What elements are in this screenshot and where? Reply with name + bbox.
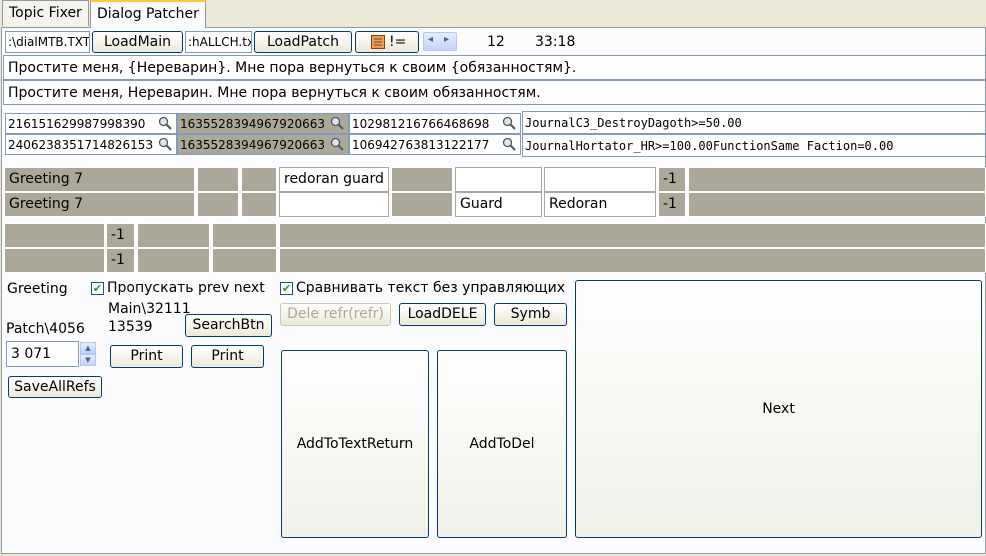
add-to-text-return-button[interactable]: AddToTextReturn	[281, 350, 429, 538]
compare-text-label[interactable]: Сравнивать текст без управляющих	[296, 280, 565, 296]
not-equal-button[interactable]: !=	[355, 31, 419, 53]
info-cell	[197, 167, 239, 192]
info-text-1[interactable]: redoran guard fe	[279, 167, 389, 192]
search-icon[interactable]	[158, 116, 172, 130]
info-cell	[688, 167, 986, 192]
id-field-a2[interactable]: 240623835171482615З	[5, 134, 177, 155]
original-text-field[interactable]: Простите меня, {Нереварин}. Мне пора вер…	[3, 55, 986, 80]
info-num-3: -1	[106, 223, 135, 248]
id-text: 1635528394967920663	[180, 117, 326, 131]
condition-field-2[interactable]: JournalHortator_HR>=100.00FunctionSame F…	[522, 134, 986, 157]
compare-text-checkbox[interactable]: ✔	[280, 282, 293, 295]
tab-topic-fixer[interactable]: Topic Fixer	[2, 0, 89, 26]
info-class-1[interactable]	[455, 167, 542, 192]
number-spinner[interactable]: ▲ ▼	[80, 342, 96, 366]
info-cell	[212, 248, 277, 273]
id-field-a1[interactable]: 216151629987998390	[5, 113, 177, 134]
chevron-left-icon[interactable]: ◂	[428, 34, 433, 45]
search-icon[interactable]	[502, 137, 516, 151]
tab-dialog-patcher[interactable]: Dialog Patcher	[90, 0, 206, 28]
search-icon[interactable]	[158, 137, 172, 151]
skip-prev-next-checkbox[interactable]: ✔	[91, 282, 104, 295]
chevron-down-icon[interactable]: ▼	[80, 354, 96, 366]
main-ref-count: 13539	[108, 319, 153, 335]
tab-label: Topic Fixer	[9, 5, 82, 21]
info-name-2: Greeting 7	[4, 192, 195, 217]
patch-file-field[interactable]: :hALLCH.txt	[185, 31, 252, 53]
search-button[interactable]: SearchBtn	[185, 314, 272, 337]
skip-prev-next-label[interactable]: Пропускать prev next	[107, 280, 265, 296]
info-num-1: -1	[658, 167, 686, 192]
time-label: 33:18	[535, 34, 576, 50]
print-button-1[interactable]: Print	[110, 345, 183, 368]
id-field-c1[interactable]: 102981216766468698	[349, 113, 521, 134]
print-button-2[interactable]: Print	[191, 345, 264, 368]
info-cell	[391, 167, 453, 192]
id-text: 106942763813122177	[352, 138, 490, 152]
id-field-c2[interactable]: 106942763813122177	[349, 134, 521, 155]
search-icon[interactable]	[330, 137, 344, 151]
info-cell	[137, 223, 210, 248]
info-num-2: -1	[658, 192, 686, 217]
info-cell	[279, 248, 986, 273]
tab-label: Dialog Patcher	[97, 6, 199, 22]
info-cell	[241, 167, 277, 192]
prev-next-spinner[interactable]: ◂ ▸	[423, 32, 457, 51]
info-faction-1[interactable]	[544, 167, 656, 192]
add-to-del-button[interactable]: AddToDel	[437, 350, 567, 538]
next-button[interactable]: Next	[575, 280, 982, 538]
greeting-label: Greeting	[7, 281, 68, 297]
load-patch-button[interactable]: LoadPatch	[254, 31, 352, 53]
condition-field-1[interactable]: JournalC3_DestroyDagoth>=50.00	[522, 111, 986, 134]
info-cell	[137, 248, 210, 273]
count-label: 12	[487, 34, 505, 50]
load-main-button[interactable]: LoadMain	[92, 31, 183, 53]
patched-text-field[interactable]: Простите меня, Нереварин. Мне пора верну…	[3, 80, 986, 105]
info-cell	[688, 192, 986, 217]
info-cell	[391, 192, 453, 217]
info-cell	[279, 223, 986, 248]
info-faction-2[interactable]: Redoran	[544, 192, 656, 217]
id-field-b1[interactable]: 1635528394967920663	[177, 113, 349, 134]
id-text: 216151629987998390	[8, 117, 146, 131]
id-text: 102981216766468698	[352, 117, 490, 131]
id-field-b2[interactable]: 1635528394967920663	[177, 134, 349, 155]
symb-button[interactable]: Symb	[494, 303, 567, 326]
info-cell	[241, 192, 277, 217]
list-icon	[371, 35, 385, 49]
dele-refr-button[interactable]: Dele refr(refr)	[280, 303, 391, 326]
not-equal-label: !=	[389, 34, 407, 50]
info-num-4: -1	[106, 248, 135, 273]
load-dele-button[interactable]: LoadDELE	[399, 303, 486, 326]
chevron-right-icon[interactable]: ▸	[444, 34, 449, 45]
main-file-field[interactable]: :\dialMTB.TXT	[5, 31, 90, 53]
id-text: 1635528394967920663	[180, 138, 326, 152]
info-name-1: Greeting 7	[4, 167, 195, 192]
number-input[interactable]: 3 071	[6, 341, 79, 367]
main-ref-label: Main\32111	[108, 301, 191, 317]
search-icon[interactable]	[330, 116, 344, 130]
chevron-up-icon[interactable]: ▲	[80, 342, 96, 354]
info-cell	[212, 223, 277, 248]
info-text-2[interactable]	[279, 192, 389, 217]
info-cell	[197, 192, 239, 217]
info-cell	[4, 223, 105, 248]
id-text: 240623835171482615З	[8, 138, 154, 152]
info-class-2[interactable]: Guard	[455, 192, 542, 217]
save-all-refs-button[interactable]: SaveAllRefs	[8, 376, 102, 398]
patch-ref-label: Patch\4056	[6, 321, 85, 337]
info-cell	[4, 248, 105, 273]
search-icon[interactable]	[502, 116, 516, 130]
